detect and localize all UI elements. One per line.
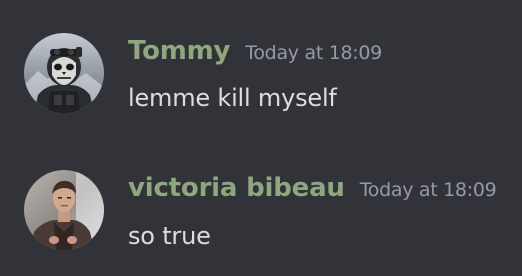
message-timestamp: Today at 18:09 bbox=[245, 42, 382, 64]
chat-message-list: Tommy Today at 18:09 lemme kill myself v… bbox=[0, 0, 522, 276]
message-timestamp: Today at 18:09 bbox=[359, 179, 497, 201]
message-content: so true bbox=[128, 222, 211, 250]
message-content: lemme kill myself bbox=[128, 84, 337, 112]
man-portrait-avatar-icon bbox=[24, 170, 104, 250]
message-author[interactable]: victoria bibeau bbox=[128, 173, 345, 203]
user-avatar-victoria-bibeau[interactable] bbox=[24, 170, 104, 250]
masked-soldier-avatar-icon bbox=[24, 33, 104, 113]
message-item: victoria bibeau Today at 18:09 so true bbox=[0, 138, 522, 250]
message-header: Tommy Today at 18:09 bbox=[128, 36, 382, 66]
message-item: Tommy Today at 18:09 lemme kill myself bbox=[0, 0, 522, 113]
user-avatar-tommy[interactable] bbox=[24, 33, 104, 113]
message-author[interactable]: Tommy bbox=[128, 36, 230, 66]
message-header: victoria bibeau Today at 18:09 bbox=[128, 173, 497, 203]
